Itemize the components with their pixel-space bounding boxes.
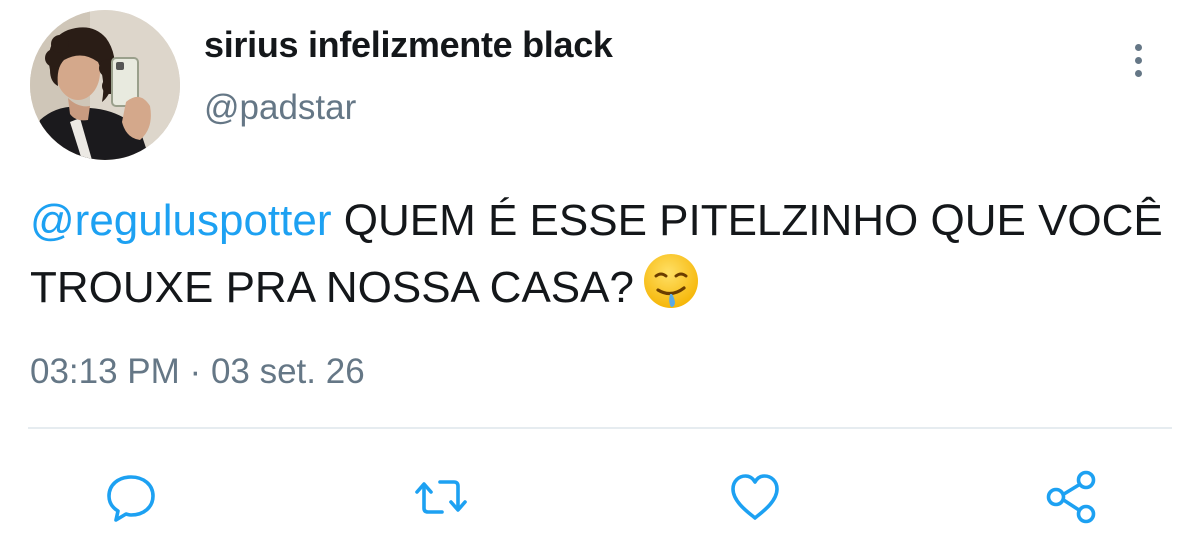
retweet-button[interactable] <box>410 466 472 528</box>
more-options-icon[interactable] <box>1118 38 1158 82</box>
mention-link[interactable]: @reguluspotter <box>30 196 332 245</box>
dot <box>1134 56 1142 64</box>
reply-button[interactable] <box>100 466 162 528</box>
avatar[interactable] <box>30 10 180 160</box>
like-button[interactable] <box>724 466 786 528</box>
tweet-timestamp[interactable]: 03:13 PM · 03 set. 26 <box>30 352 365 392</box>
tweet-date: 03 set. 26 <box>210 352 365 391</box>
heart-icon <box>731 474 779 520</box>
display-name[interactable]: sirius infelizmente black <box>204 24 613 66</box>
tweet-time: 03:13 PM <box>30 352 180 391</box>
avatar-photo <box>30 10 180 160</box>
meta-separator: · <box>189 352 202 391</box>
tweet-text: @reguluspotter QUEM É ESSE PITELZINHO QU… <box>30 190 1180 327</box>
drooling-face-emoji-icon <box>642 252 700 327</box>
dot <box>1134 43 1142 51</box>
divider <box>28 427 1172 429</box>
user-handle[interactable]: @padstar <box>204 88 356 128</box>
retweet-icon <box>415 480 467 514</box>
share-button[interactable] <box>1040 466 1102 528</box>
share-icon <box>1046 470 1096 524</box>
speech-bubble-icon <box>107 475 155 522</box>
dot <box>1134 69 1142 77</box>
